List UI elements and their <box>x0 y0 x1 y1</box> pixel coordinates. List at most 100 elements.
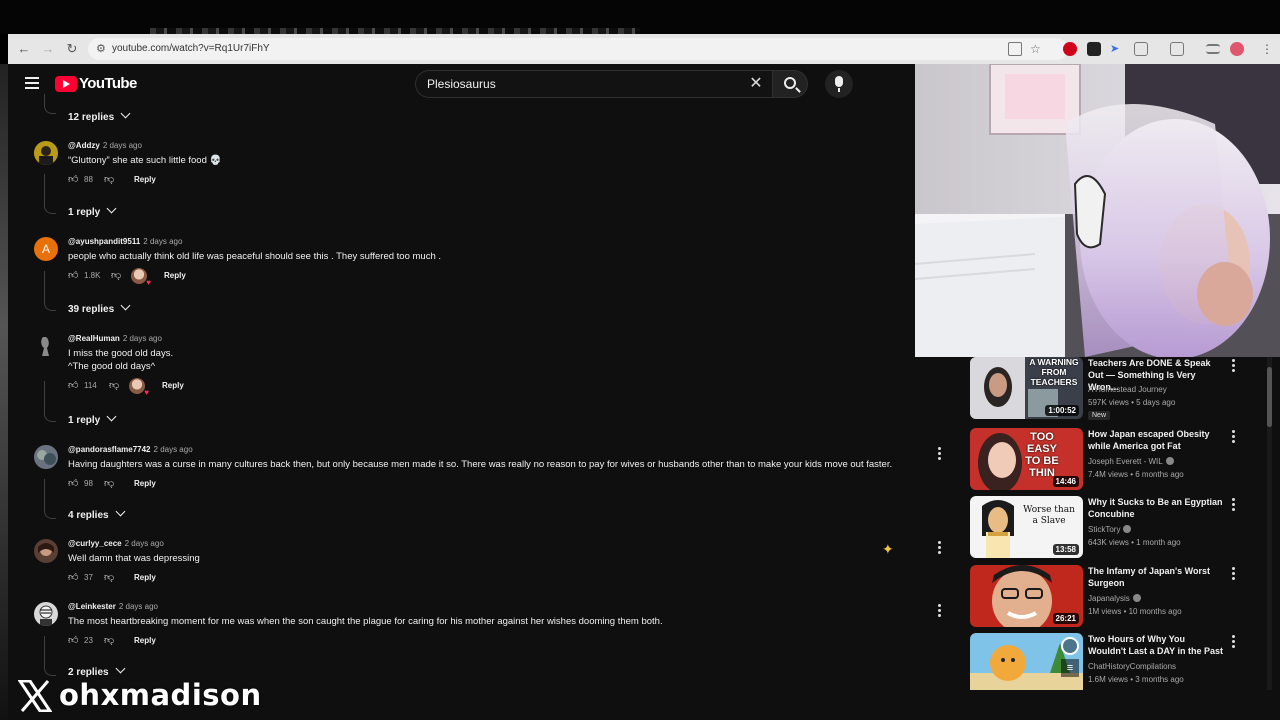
avatar[interactable] <box>34 539 58 563</box>
search-button[interactable] <box>772 70 808 98</box>
like-icon[interactable]: 👍︎ <box>68 380 79 391</box>
comment-author[interactable]: @Leinkester <box>68 602 116 611</box>
dislike-icon[interactable]: 👎︎ <box>109 380 120 391</box>
extension-red-icon[interactable] <box>1063 42 1077 56</box>
add-to-queue-icon[interactable]: ≡ <box>1061 659 1079 677</box>
menu-icon[interactable] <box>25 77 39 89</box>
chevron-down-icon <box>106 203 117 214</box>
comment-menu-icon[interactable] <box>938 604 942 619</box>
comment-author[interactable]: @RealHuman <box>68 334 120 343</box>
video-thumbnail[interactable]: ≡ <box>970 633 1083 690</box>
reply-button[interactable]: Reply <box>134 479 156 488</box>
extensions-puzzle-icon[interactable] <box>1134 42 1148 56</box>
dislike-icon[interactable]: 👎︎ <box>104 572 115 583</box>
avatar[interactable]: A <box>34 237 58 261</box>
video-title[interactable]: Why it Sucks to Be an Egyptian Concubine <box>1088 496 1224 520</box>
sidebar-scrollbar[interactable] <box>1267 357 1272 690</box>
reply-button[interactable]: Reply <box>134 175 156 184</box>
voice-search-button[interactable] <box>825 70 853 98</box>
comment-time[interactable]: 2 days ago <box>119 602 158 611</box>
reload-icon[interactable]: ↻ <box>64 41 80 57</box>
video-menu-icon[interactable] <box>1232 498 1236 513</box>
video-thumbnail[interactable]: A WARNING FROM TEACHERS 1:00:52 <box>970 357 1083 419</box>
comment-time[interactable]: 2 days ago <box>125 539 164 548</box>
video-title[interactable]: The Infamy of Japan's Worst Surgeon <box>1088 565 1224 589</box>
replies-toggle[interactable]: 1 reply <box>68 411 117 426</box>
comment-author[interactable]: @pandorasflame7742 <box>68 445 151 454</box>
side-panel-icon[interactable] <box>1170 42 1184 56</box>
profile-avatar[interactable] <box>1230 42 1244 56</box>
extension-cursor-icon[interactable]: ➤ <box>1110 42 1124 56</box>
bookmark-star-icon[interactable]: ☆ <box>1030 42 1044 56</box>
replies-toggle-label: 2 replies <box>68 667 109 678</box>
cast-icon[interactable] <box>1008 42 1022 56</box>
back-icon[interactable]: ← <box>16 41 32 57</box>
search-input[interactable]: Plesiosaurus ✕ <box>415 70 772 98</box>
comment-time[interactable]: 2 days ago <box>123 334 162 343</box>
recommended-video[interactable]: 26:21 The Infamy of Japan's Worst Surgeo… <box>970 565 1270 627</box>
recommended-video[interactable]: ≡ Two Hours of Why You Wouldn't Last a D… <box>970 633 1270 690</box>
reading-list-icon[interactable] <box>1206 44 1220 54</box>
avatar[interactable] <box>34 602 58 626</box>
reply-button[interactable]: Reply <box>164 271 186 280</box>
browser-menu-icon[interactable]: ⋮ <box>1260 42 1274 56</box>
video-thumbnail[interactable]: Worse than a Slave 13:58 <box>970 496 1083 558</box>
comment-author[interactable]: @Addzy <box>68 141 100 150</box>
dislike-icon[interactable]: 👎︎ <box>104 174 115 185</box>
comment-time[interactable]: 2 days ago <box>143 237 182 246</box>
video-title[interactable]: How Japan escaped Obesity while America … <box>1088 428 1224 452</box>
extension-dark-icon[interactable] <box>1087 42 1101 56</box>
clear-search-icon[interactable]: ✕ <box>746 74 766 94</box>
channel-name[interactable]: ChatHistoryCompilations <box>1088 662 1176 671</box>
dislike-icon[interactable]: 👎︎ <box>111 270 122 281</box>
recommended-video[interactable]: A WARNING FROM TEACHERS 1:00:52 Teachers… <box>970 357 1270 420</box>
address-bar[interactable]: ⚙ youtube.com/watch?v=Rq1Ur7iFhY <box>88 38 1068 60</box>
recommended-video[interactable]: Worse than a Slave 13:58 Why it Sucks to… <box>970 496 1270 558</box>
replies-toggle[interactable]: 4 replies <box>68 506 126 521</box>
channel-name[interactable]: Joseph Everett - WIL <box>1088 457 1174 466</box>
like-icon[interactable]: 👍︎ <box>68 478 79 489</box>
video-menu-icon[interactable] <box>1232 635 1236 650</box>
replies-toggle[interactable]: 39 replies <box>68 300 131 315</box>
video-thumbnail[interactable]: 26:21 <box>970 565 1083 627</box>
comment-menu-icon[interactable] <box>938 447 942 462</box>
avatar[interactable] <box>34 141 58 165</box>
video-thumbnail[interactable]: TOO EASY TO BE THIN 14:46 <box>970 428 1083 490</box>
reply-button[interactable]: Reply <box>134 636 156 645</box>
site-info-icon[interactable]: ⚙ <box>96 42 110 56</box>
reply-button[interactable]: Reply <box>162 381 184 390</box>
recommended-video[interactable]: TOO EASY TO BE THIN 14:46 How Japan esca… <box>970 428 1270 490</box>
scrollbar-thumb[interactable] <box>1267 367 1272 427</box>
comment-author[interactable]: @curlyy_cece <box>68 539 122 548</box>
comment-time[interactable]: 2 days ago <box>103 141 142 150</box>
replies-toggle[interactable]: 12 replies <box>68 108 131 123</box>
youtube-logo-icon[interactable] <box>55 76 77 92</box>
reply-button[interactable]: Reply <box>134 573 156 582</box>
channel-name[interactable]: A Homestead Journey <box>1088 385 1167 394</box>
comment-text-line-2: ^The good old days^ <box>68 361 156 372</box>
channel-name[interactable]: Japanalysis <box>1088 594 1141 603</box>
avatar[interactable] <box>34 334 58 358</box>
video-menu-icon[interactable] <box>1232 430 1236 445</box>
like-icon[interactable]: 👍︎ <box>68 174 79 185</box>
like-icon[interactable]: 👍︎ <box>68 635 79 646</box>
comment-text: “Gluttony” she ate such little food 💀 <box>68 155 222 166</box>
like-icon[interactable]: 👍︎ <box>68 270 79 281</box>
replies-toggle[interactable]: 2 replies <box>68 663 126 678</box>
watch-later-icon[interactable] <box>1061 637 1079 655</box>
video-menu-icon[interactable] <box>1232 567 1236 582</box>
comment-menu-icon[interactable] <box>938 541 942 556</box>
forward-icon[interactable]: → <box>40 41 56 57</box>
comment-author[interactable]: @ayushpandit9511 <box>68 237 140 246</box>
youtube-logo-text[interactable]: YouTube <box>79 75 137 92</box>
replies-toggle[interactable]: 1 reply <box>68 203 117 218</box>
thread-connector <box>44 271 56 311</box>
dislike-icon[interactable]: 👎︎ <box>104 635 115 646</box>
video-menu-icon[interactable] <box>1232 359 1236 374</box>
comment-time[interactable]: 2 days ago <box>154 445 193 454</box>
avatar[interactable] <box>34 445 58 469</box>
channel-name[interactable]: StickTory <box>1088 525 1132 534</box>
like-icon[interactable]: 👍︎ <box>68 572 79 583</box>
dislike-icon[interactable]: 👎︎ <box>104 478 115 489</box>
video-title[interactable]: Two Hours of Why You Wouldn't Last a DAY… <box>1088 633 1224 657</box>
